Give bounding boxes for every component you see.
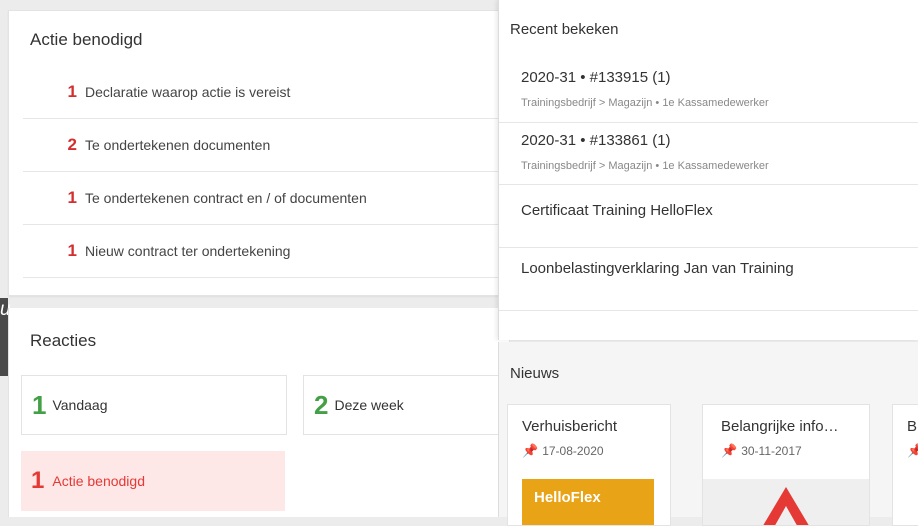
action-label: Te ondertekenen contract en / of documen… bbox=[85, 190, 367, 206]
action-item[interactable]: 1 Te ondertekenen contract en / of docum… bbox=[23, 172, 503, 225]
action-count: 1 bbox=[67, 188, 77, 207]
recent-item[interactable]: 2020-31 • #133861 (1) Trainingsbedrijf >… bbox=[499, 123, 918, 185]
recent-item[interactable]: 2020-31 • #133915 (1) Trainingsbedrijf >… bbox=[499, 60, 918, 123]
reactie-count: 1 bbox=[32, 389, 47, 420]
reactie-label: Actie benodigd bbox=[52, 473, 145, 489]
recent-item-subtitle: Trainingsbedrijf > Magazijn • 1e Kassame… bbox=[521, 97, 769, 109]
reactie-actie-benodigd-box[interactable]: 1 Actie benodigd bbox=[21, 451, 285, 511]
action-label: Te ondertekenen documenten bbox=[85, 137, 271, 153]
recent-item-title: Loonbelastingverklaring Jan van Training bbox=[521, 260, 794, 277]
news-card-date: 📌 bbox=[907, 443, 918, 459]
recent-bekeken-panel: Recent bekeken 2020-31 • #133915 (1) Tra… bbox=[498, 0, 918, 340]
nieuws-title: Nieuws bbox=[510, 365, 560, 382]
recent-item-title: Certificaat Training HelloFlex bbox=[521, 202, 713, 219]
news-card-image: HelloFlex bbox=[522, 479, 654, 525]
reacties-title: Reacties bbox=[30, 331, 97, 350]
action-count: 1 bbox=[67, 82, 77, 101]
news-date-text: 17-08-2020 bbox=[542, 444, 604, 458]
actie-benodigd-card: Actie benodigd 1 Declaratie waarop actie… bbox=[8, 10, 510, 296]
recent-item[interactable]: Certificaat Training HelloFlex bbox=[499, 185, 918, 248]
action-item[interactable]: 1 Nieuw contract ter ondertekening bbox=[23, 225, 503, 278]
news-card[interactable]: Verhuisbericht 📌 17-08-2020 HelloFlex bbox=[507, 404, 671, 526]
news-card-title: Verhuisbericht bbox=[522, 418, 618, 435]
recent-item-title: 2020-31 • #133915 (1) bbox=[521, 69, 671, 86]
reactie-label: Vandaag bbox=[52, 397, 108, 413]
reactie-count: 2 bbox=[314, 389, 329, 420]
action-item[interactable]: 2 Te ondertekenen documenten bbox=[23, 119, 503, 172]
action-count: 2 bbox=[67, 135, 77, 154]
news-card-image bbox=[703, 479, 869, 525]
action-label: Declaratie waarop actie is vereist bbox=[85, 84, 291, 100]
action-label: Nieuw contract ter ondertekening bbox=[85, 243, 291, 259]
action-count: 1 bbox=[67, 241, 77, 260]
warning-logo-icon bbox=[763, 487, 809, 525]
news-date-text: 30-11-2017 bbox=[741, 444, 802, 458]
recent-item-title: 2020-31 • #133861 (1) bbox=[521, 132, 671, 149]
reactie-vandaag-box[interactable]: 1 Vandaag bbox=[21, 375, 287, 435]
pin-icon: 📌 bbox=[522, 443, 539, 458]
nieuws-panel: Nieuws Verhuisbericht 📌 17-08-2020 Hello… bbox=[498, 342, 918, 526]
helloflex-logo-text: HelloFlex bbox=[534, 489, 601, 506]
news-card-title: Belangrijke info… bbox=[721, 418, 839, 435]
pin-icon: 📌 bbox=[721, 443, 738, 458]
recent-bekeken-title: Recent bekeken bbox=[510, 21, 619, 38]
news-card-title: B bbox=[907, 418, 918, 435]
news-card[interactable]: Belangrijke info… 📌 30-11-2017 bbox=[702, 404, 870, 526]
news-card-date: 📌 17-08-2020 bbox=[522, 443, 604, 459]
action-item[interactable]: 1 Declaratie waarop actie is vereist bbox=[23, 66, 503, 119]
reactie-label: Deze week bbox=[334, 397, 404, 413]
actie-benodigd-title: Actie benodigd bbox=[30, 30, 143, 49]
reactie-deze-week-box[interactable]: 2 Deze week bbox=[303, 375, 510, 435]
pin-icon: 📌 bbox=[907, 443, 918, 459]
recent-item[interactable]: Loonbelastingverklaring Jan van Training bbox=[499, 248, 918, 311]
news-card-date: 📌 30-11-2017 bbox=[721, 443, 802, 459]
recent-item-subtitle: Trainingsbedrijf > Magazijn • 1e Kassame… bbox=[521, 160, 769, 172]
news-card[interactable]: B 📌 bbox=[892, 404, 918, 526]
reactie-count: 1 bbox=[31, 467, 45, 494]
